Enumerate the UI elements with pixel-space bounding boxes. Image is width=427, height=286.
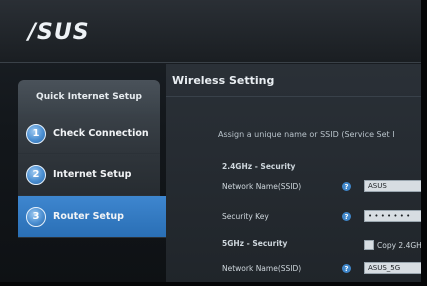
router-setup-window: /SUS Quick Internet Setup 1 Check Connec… — [0, 0, 427, 286]
help-icon[interactable]: ? — [342, 212, 351, 221]
copy-label: Copy 2.4GH — [377, 240, 422, 250]
quick-setup-sidebar: Quick Internet Setup 1 Check Connection … — [18, 80, 176, 286]
sidebar-step-router-setup[interactable]: 3 Router Setup — [18, 196, 176, 238]
ssid-5-input[interactable]: ASUS_5G — [364, 262, 426, 274]
ssid-24-label: Network Name(SSID) — [222, 182, 302, 191]
sidebar-step-check-connection[interactable]: 1 Check Connection — [18, 114, 160, 154]
wireless-setting-panel: Wireless Setting Assign a unique name or… — [166, 64, 426, 286]
page-title: Wireless Setting — [172, 74, 275, 87]
section-24ghz-security: 2.4GHz - Security — [222, 162, 296, 171]
copy-checkbox[interactable] — [364, 240, 374, 250]
screen-bezel-bottom — [0, 282, 427, 286]
step-label: Internet Setup — [53, 169, 132, 180]
copy-24ghz-setting[interactable]: Copy 2.4GH — [364, 240, 422, 250]
screen-bezel-right — [421, 0, 427, 286]
help-icon[interactable]: ? — [342, 182, 351, 191]
asus-logo: /SUS — [28, 20, 90, 45]
ssid-24-input[interactable]: ASUS — [364, 180, 426, 192]
section-5ghz-security: 5GHz - Security — [222, 239, 288, 248]
step-number-icon: 1 — [26, 123, 46, 144]
sidebar-title: Quick Internet Setup — [18, 80, 160, 114]
security-key-label: Security Key — [222, 212, 269, 221]
ssid-5-label: Network Name(SSID) — [222, 264, 302, 273]
step-number-icon: 2 — [26, 164, 46, 185]
header-bar: /SUS — [0, 0, 427, 63]
title-divider — [166, 96, 421, 97]
step-label: Router Setup — [53, 211, 124, 222]
sidebar-step-internet-setup[interactable]: 2 Internet Setup — [18, 154, 160, 196]
instruction-text: Assign a unique name or SSID (Service Se… — [218, 130, 395, 139]
security-key-input[interactable]: • • • • • • • — [364, 210, 426, 222]
step-label: Check Connection — [53, 128, 149, 139]
step-number-icon: 3 — [26, 206, 46, 227]
help-icon[interactable]: ? — [342, 264, 351, 273]
